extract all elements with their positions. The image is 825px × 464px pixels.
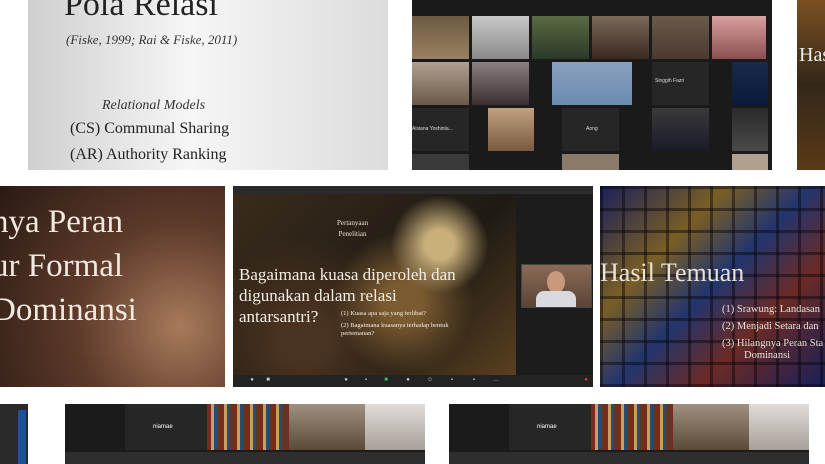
zoom-gallery-screenshot[interactable]: Singgih Fazri Aisiana Yoshinta... Aong [412, 0, 772, 170]
slide-title-fragment: Has [799, 44, 825, 66]
mic-icon[interactable]: ● [247, 377, 257, 384]
slide-item: (AR) Authority Ranking [70, 146, 227, 163]
participant-video [732, 154, 768, 170]
slide-hasil-edge[interactable]: Has [797, 0, 825, 170]
slide-line: ur Formal [0, 248, 124, 284]
participant-video: niamae [125, 404, 207, 450]
thumbnail-edge[interactable] [0, 404, 28, 464]
participant-video: Aong [562, 108, 619, 151]
participant-video [472, 16, 529, 59]
participant-name: niamae [537, 424, 557, 430]
slide-pola-relasi[interactable]: Pola Relasi (Fiske, 1999; Rai & Fiske, 2… [28, 0, 388, 170]
participant-video: niamae [509, 404, 591, 450]
participant-video: Aisiana Yoshinta... [412, 108, 469, 151]
whiteboard-icon[interactable]: ▪ [469, 377, 479, 384]
slide-citation: (Fiske, 1999; Rai & Fiske, 2011) [66, 32, 238, 47]
slide-hasil-temuan[interactable]: Hasil Temuan (1) Srawung: Landasan (2) M… [600, 186, 825, 387]
participant-video [652, 16, 709, 59]
chat-icon[interactable]: ▪ [361, 377, 371, 384]
zoom-gallery-screenshot[interactable]: niamae [449, 404, 809, 464]
slide-peran[interactable]: nya Peran ur Formal Dominansi [0, 186, 225, 387]
participant-video [412, 62, 469, 105]
participant-name: Singgih Fazri [655, 78, 685, 84]
meeting-screenshot[interactable]: Pertanyaan Penelitian Bagaimana kuasa di… [233, 186, 593, 387]
question-item: (2) Bagaimana kuasanya terhadap bentuk p… [341, 322, 449, 337]
slide-line: nya Peran [0, 204, 124, 240]
participant-video [652, 108, 709, 151]
apps-icon[interactable]: ▪ [447, 377, 457, 384]
meeting-toolbar: ● ■ ● ▪ ■ ● ☺ ▪ ▪ … ● [233, 375, 593, 387]
slide-item: (CS) Communal Sharing [70, 120, 230, 137]
finding-item: (1) Srawung: Landasan [722, 304, 820, 315]
participant-name: niamae [153, 424, 173, 430]
avatar [547, 271, 565, 293]
participant-video [591, 404, 673, 450]
finding-item: Dominansi [744, 350, 791, 361]
finding-item: (3) Hilangnya Peran Sta [722, 338, 824, 349]
participant-video [749, 404, 809, 450]
participant-name: Aisiana Yoshinta... [412, 126, 453, 132]
finding-item: (2) Menjadi Setara dan [722, 321, 819, 332]
slide-title: Pola Relasi [64, 0, 218, 23]
camera-icon[interactable]: ■ [263, 377, 273, 384]
zoom-gallery-screenshot[interactable]: niamae [65, 404, 425, 464]
share-screen-icon[interactable]: ■ [381, 377, 391, 384]
record-icon[interactable]: ● [403, 377, 413, 384]
more-icon[interactable]: … [491, 377, 501, 384]
participant-video [712, 16, 766, 59]
participant-video [562, 154, 619, 170]
participant-video [365, 404, 425, 450]
end-call-icon[interactable]: ● [581, 377, 591, 384]
speaker-video [521, 264, 592, 308]
participant-video [412, 154, 469, 170]
participant-video [732, 62, 768, 105]
participant-video [412, 16, 469, 59]
participant-video [449, 452, 809, 464]
participants-icon[interactable]: ● [341, 377, 351, 384]
participant-video [592, 16, 649, 59]
participant-video [732, 108, 768, 151]
question-item: (1) Kuasa apa saja yang terlibat? [341, 310, 427, 317]
participant-video [472, 62, 529, 105]
participant-video [673, 404, 749, 450]
participant-video [532, 16, 589, 59]
participant-video [65, 452, 425, 464]
shared-slide: Pertanyaan Penelitian Bagaimana kuasa di… [233, 194, 516, 375]
reactions-icon[interactable]: ☺ [425, 377, 435, 384]
participant-video [552, 62, 632, 105]
participant-name: Aong [586, 126, 598, 132]
participant-video [289, 404, 365, 450]
participant-video [488, 108, 534, 151]
participant-video: Singgih Fazri [652, 62, 709, 105]
meeting-title-bar [233, 186, 593, 194]
slide-heading: Pertanyaan Penelitian [337, 219, 369, 238]
slide-title: Hasil Temuan [600, 258, 745, 287]
participant-video [207, 404, 289, 450]
slide-line: Dominansi [0, 292, 137, 328]
slide-subtitle: Relational Models [102, 98, 206, 113]
